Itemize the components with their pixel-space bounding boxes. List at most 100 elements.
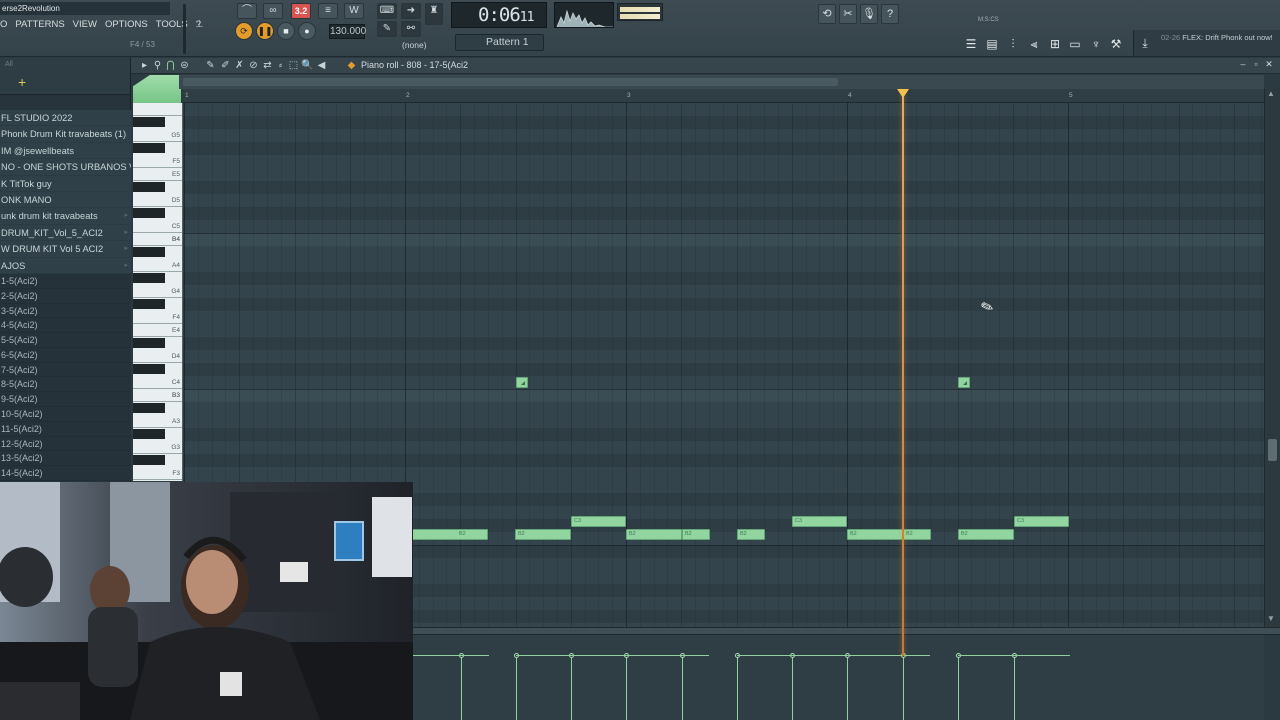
pattern-selector[interactable]: Pattern 1	[455, 34, 544, 51]
velocity-stem[interactable]	[516, 656, 517, 720]
black-key[interactable]	[133, 338, 165, 348]
stamp-icon[interactable]: ⊜	[178, 59, 191, 72]
black-key[interactable]	[133, 182, 165, 192]
arrow-right-icon[interactable]: ➜	[401, 3, 421, 19]
browser-sample[interactable]: 6-5(Aci2)	[0, 347, 131, 363]
delete-icon[interactable]: ✗	[233, 59, 246, 72]
tools-icon[interactable]: ⚒	[1107, 35, 1125, 53]
tools-menu-icon[interactable]: ⚲	[151, 59, 164, 72]
record-icon[interactable]: ●	[298, 22, 316, 40]
song-time-display[interactable]: 0:0611 M:S:CS	[451, 2, 999, 28]
menu-options[interactable]: OPTIONS	[105, 18, 148, 32]
typing-keyboard-icon[interactable]: ⌨	[377, 3, 397, 19]
browser-sample[interactable]: 3-5(Aci2)	[0, 303, 131, 319]
link-icon[interactable]: ⚯	[401, 21, 421, 37]
browser-sample[interactable]: 13-5(Aci2)	[0, 451, 131, 467]
note[interactable]: B2	[847, 529, 903, 540]
master-volume-slider[interactable]	[183, 4, 186, 54]
playhead-marker-icon[interactable]	[897, 89, 909, 98]
menu-file[interactable]: O	[0, 18, 7, 32]
velocity-stem[interactable]	[737, 656, 738, 720]
browser-folder[interactable]: Phonk Drum Kit travabeats (1)	[0, 126, 131, 143]
metronome-icon[interactable]: ⌒	[237, 3, 257, 19]
velocity-stem[interactable]	[847, 656, 848, 720]
note[interactable]: C3	[571, 516, 626, 527]
browser-filter[interactable]: All	[5, 61, 13, 68]
note[interactable]	[958, 377, 970, 388]
browser-sample[interactable]: 8-5(Aci2)	[0, 377, 131, 393]
vertical-scrollbar[interactable]: ▲ ▼	[1264, 89, 1280, 628]
black-key[interactable]	[133, 117, 165, 127]
tempo-display[interactable]: 130.000	[329, 24, 366, 39]
velocity-stem[interactable]	[682, 656, 683, 720]
velocity-stem[interactable]	[1014, 656, 1015, 720]
note[interactable]: B2	[626, 529, 682, 540]
browser-folder[interactable]: ONK MANO	[0, 191, 131, 209]
browser-folder[interactable]: W DRUM KIT Vol 5 ACI2 ▸	[0, 241, 131, 258]
velocity-stem[interactable]	[571, 656, 572, 720]
browser-folder[interactable]: K TitTok guy	[0, 175, 131, 192]
target-channel-icon[interactable]: ◆	[345, 59, 358, 72]
note[interactable]: B2	[412, 529, 488, 540]
playback-icon[interactable]: ◀	[315, 59, 328, 72]
help-icon[interactable]: ?	[881, 4, 899, 24]
draw-pencil-icon[interactable]: ✎	[204, 59, 217, 72]
zoom-icon[interactable]: 🔍	[301, 59, 314, 72]
browser-folder[interactable]: IM @jsewellbeats	[0, 142, 131, 160]
browser-sample[interactable]: 5-5(Aci2)	[0, 333, 131, 348]
browser-sample[interactable]: 9-5(Aci2)	[0, 392, 131, 408]
pattern-source-select[interactable]: (none)	[396, 38, 444, 52]
blend-notes-icon[interactable]: W	[344, 3, 364, 19]
browser-sample[interactable]: 4-5(Aci2)	[0, 318, 131, 334]
browser-sample[interactable]: 7-5(Aci2)	[0, 362, 131, 378]
scroll-up-icon[interactable]: ▲	[1267, 89, 1275, 98]
note[interactable]: C3	[1014, 516, 1069, 527]
plugin-database-icon[interactable]: ♆	[1087, 35, 1105, 53]
browser-icon[interactable]: ▭	[1066, 35, 1084, 53]
mute-icon[interactable]: ⊘	[247, 59, 260, 72]
step-edit-icon[interactable]: ≡	[318, 3, 338, 19]
pattern-song-toggle-icon[interactable]: ⟳	[235, 22, 253, 40]
black-key[interactable]	[133, 403, 165, 413]
close-icon[interactable]: ✕	[1263, 59, 1275, 70]
paint-brush-icon[interactable]: ✐	[219, 59, 232, 72]
browser-folder[interactable]: unk drum kit travabeats ▸	[0, 208, 131, 225]
horizontal-scrollbar[interactable]	[179, 75, 1264, 89]
browser-sample[interactable]: 12-5(Aci2)	[0, 436, 131, 452]
browser-sample[interactable]: 2-5(Aci2)	[0, 288, 131, 304]
piano-roll-icon[interactable]: ▤	[983, 35, 1001, 53]
black-key[interactable]	[133, 364, 165, 374]
mixer-icon[interactable]: ⫷	[1025, 35, 1043, 53]
undo-history-icon[interactable]: ⟲	[818, 4, 836, 24]
browser-sample[interactable]: 1-5(Aci2)	[0, 273, 131, 289]
menu-view[interactable]: VIEW	[73, 18, 97, 32]
note[interactable]: B2	[515, 529, 571, 540]
note[interactable]	[516, 377, 528, 388]
minimize-icon[interactable]: –	[1237, 59, 1249, 69]
maximize-icon[interactable]: ▫	[1250, 59, 1262, 69]
channel-rack-icon[interactable]: ⫶	[1004, 35, 1022, 53]
browser-sample[interactable]: 11-5(Aci2)	[0, 421, 131, 437]
news-panel[interactable]: ⤓ 02-26 FLEX: Drift Phonk out now!	[1133, 30, 1280, 56]
pause-icon[interactable]: ❚❚	[256, 22, 274, 40]
horizontal-scroll-thumb[interactable]	[183, 78, 838, 86]
browser-folder[interactable]: DRUM_KIT_Vol_5_ACI2 ▸	[0, 224, 131, 242]
stop-icon[interactable]: ■	[277, 22, 295, 40]
browser-sample[interactable]: 14-5(Aci2)	[0, 466, 131, 482]
velocity-stem[interactable]	[792, 656, 793, 720]
note[interactable]: B2	[903, 529, 931, 540]
playlist-icon[interactable]: ☰	[962, 35, 980, 53]
browser-folder[interactable]: NO - ONE SHOTS URBANOS VOL. 2	[0, 159, 131, 176]
slip-icon[interactable]: ⇄	[261, 59, 274, 72]
black-key[interactable]	[133, 429, 165, 439]
note[interactable]: B2	[958, 529, 1014, 540]
magnet-icon[interactable]: ⋂	[164, 59, 177, 72]
black-key[interactable]	[133, 299, 165, 309]
velocity-stem[interactable]	[958, 656, 959, 720]
master-pitch-knob[interactable]: ⊥	[195, 20, 205, 30]
piano-keyboard[interactable]: G5F5E5D5C5B4A4G4F4E4D4C4B3A3G3F3E3	[133, 103, 183, 481]
scroll-down-icon[interactable]: ▼	[1267, 614, 1275, 623]
menu-arrow-icon[interactable]: ▸	[138, 59, 151, 72]
browser-sample[interactable]: 10-5(Aci2)	[0, 407, 131, 422]
note[interactable]: B2	[682, 529, 710, 540]
